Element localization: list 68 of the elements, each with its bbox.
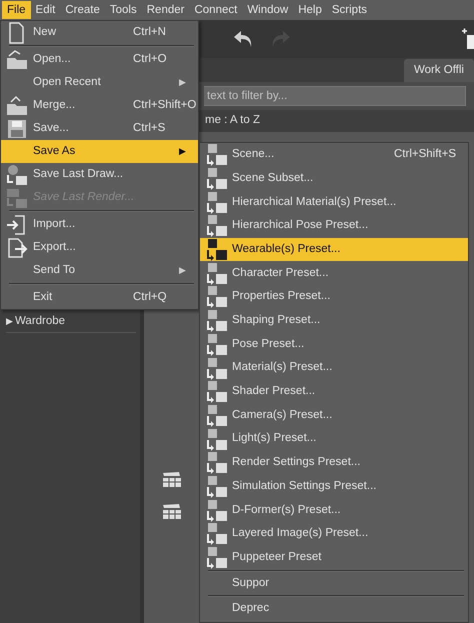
menu-item[interactable]: Shader Preset...	[200, 380, 468, 404]
preset-save-icon	[204, 356, 228, 380]
preset-save-icon	[204, 546, 228, 570]
clapperboard-icon[interactable]	[162, 472, 182, 488]
preset-save-icon	[204, 143, 228, 166]
menu-item[interactable]: D-Former(s) Preset...	[200, 498, 468, 522]
preset-save-icon	[204, 167, 228, 190]
menu-item[interactable]: Exit Ctrl+Q	[1, 286, 198, 309]
clapperboard-icon[interactable]	[162, 504, 182, 520]
preset-save-icon	[204, 404, 228, 427]
preset-save-icon	[204, 474, 228, 498]
menu-item[interactable]: Suppor	[200, 573, 468, 594]
menu-bar-item[interactable]: Create	[60, 1, 105, 19]
menu-item[interactable]: Open Recent ▶	[1, 71, 198, 94]
save-draw-icon	[5, 163, 29, 186]
menu-item[interactable]: Deprec	[200, 598, 468, 620]
menu-item[interactable]: Hierarchical Material(s) Preset...	[200, 190, 468, 214]
panel-tab[interactable]: Work Offli	[404, 58, 474, 82]
menu-item[interactable]: Puppeteer Preset	[200, 546, 468, 570]
menu-item[interactable]: Character Preset...	[200, 261, 468, 286]
menu-bar-item[interactable]: Help	[293, 1, 327, 19]
preset-save-icon	[204, 522, 228, 546]
menu-item[interactable]: Import...	[1, 213, 198, 236]
menu-item[interactable]: Light(s) Preset...	[200, 427, 468, 451]
preset-save-icon	[204, 451, 228, 474]
menu-item[interactable]: Render Settings Preset...	[200, 450, 468, 475]
menu-item[interactable]: Simulation Settings Preset...	[200, 474, 468, 498]
menu-bar-item[interactable]: Edit	[30, 1, 60, 19]
menu-item[interactable]: Merge... Ctrl+Shift+O	[1, 94, 198, 117]
menu-item[interactable]: Shaping Preset...	[200, 308, 468, 332]
save-render-icon	[5, 186, 29, 209]
sort-label[interactable]: me : A to Z	[205, 112, 260, 130]
preset-save-icon	[204, 214, 228, 238]
preset-save-icon	[204, 238, 228, 262]
preset-save-icon	[204, 309, 228, 332]
menu-bar-item[interactable]: Connect	[189, 1, 242, 19]
menu-item[interactable]: Open... Ctrl+O	[1, 48, 198, 71]
menu-item[interactable]: Save Last Draw...	[1, 163, 198, 186]
preset-save-icon	[204, 262, 228, 285]
merge-folder-icon	[5, 94, 29, 117]
open-folder-icon	[5, 48, 29, 71]
menu-bar-item[interactable]: File	[2, 1, 31, 19]
expand-arrow-icon[interactable]: ▶	[6, 314, 13, 328]
filter-field[interactable]: text to filter by...	[204, 86, 466, 106]
menu-item[interactable]: Hierarchical Pose Preset...	[200, 214, 468, 238]
menu-item[interactable]: Scene Subset...	[200, 166, 468, 190]
preset-save-icon	[204, 498, 228, 522]
menu-item[interactable]: Material(s) Preset...	[200, 356, 468, 380]
preset-save-icon	[204, 190, 228, 214]
menu-item[interactable]: Layered Image(s) Preset...	[200, 522, 468, 546]
menu-item[interactable]: Save... Ctrl+S	[1, 117, 198, 140]
menu-item[interactable]: Export...	[1, 236, 198, 259]
menu-bar-item[interactable]: Window	[242, 1, 294, 19]
menu-item[interactable]: Send To ▶	[1, 259, 198, 282]
preset-save-icon	[204, 332, 228, 356]
preset-save-icon	[204, 380, 228, 404]
menu-bar-item[interactable]: Tools	[104, 1, 142, 19]
menu-item[interactable]: Save As ▶	[1, 140, 198, 163]
preset-save-icon	[204, 285, 228, 308]
menu-bar-item[interactable]: Render	[142, 1, 190, 19]
menu-item[interactable]: Scene... Ctrl+Shift+S	[200, 143, 468, 167]
tree-item[interactable]: Wardrobe	[15, 312, 66, 330]
preset-save-icon	[204, 428, 228, 451]
menu-item[interactable]: Pose Preset...	[200, 332, 468, 356]
menu-bar-item[interactable]: Scripts	[326, 1, 372, 19]
menu-item[interactable]: Camera(s) Preset...	[200, 404, 468, 428]
menu-item[interactable]: Wearable(s) Preset...	[200, 238, 468, 262]
menu-item[interactable]: Properties Preset...	[200, 285, 468, 309]
